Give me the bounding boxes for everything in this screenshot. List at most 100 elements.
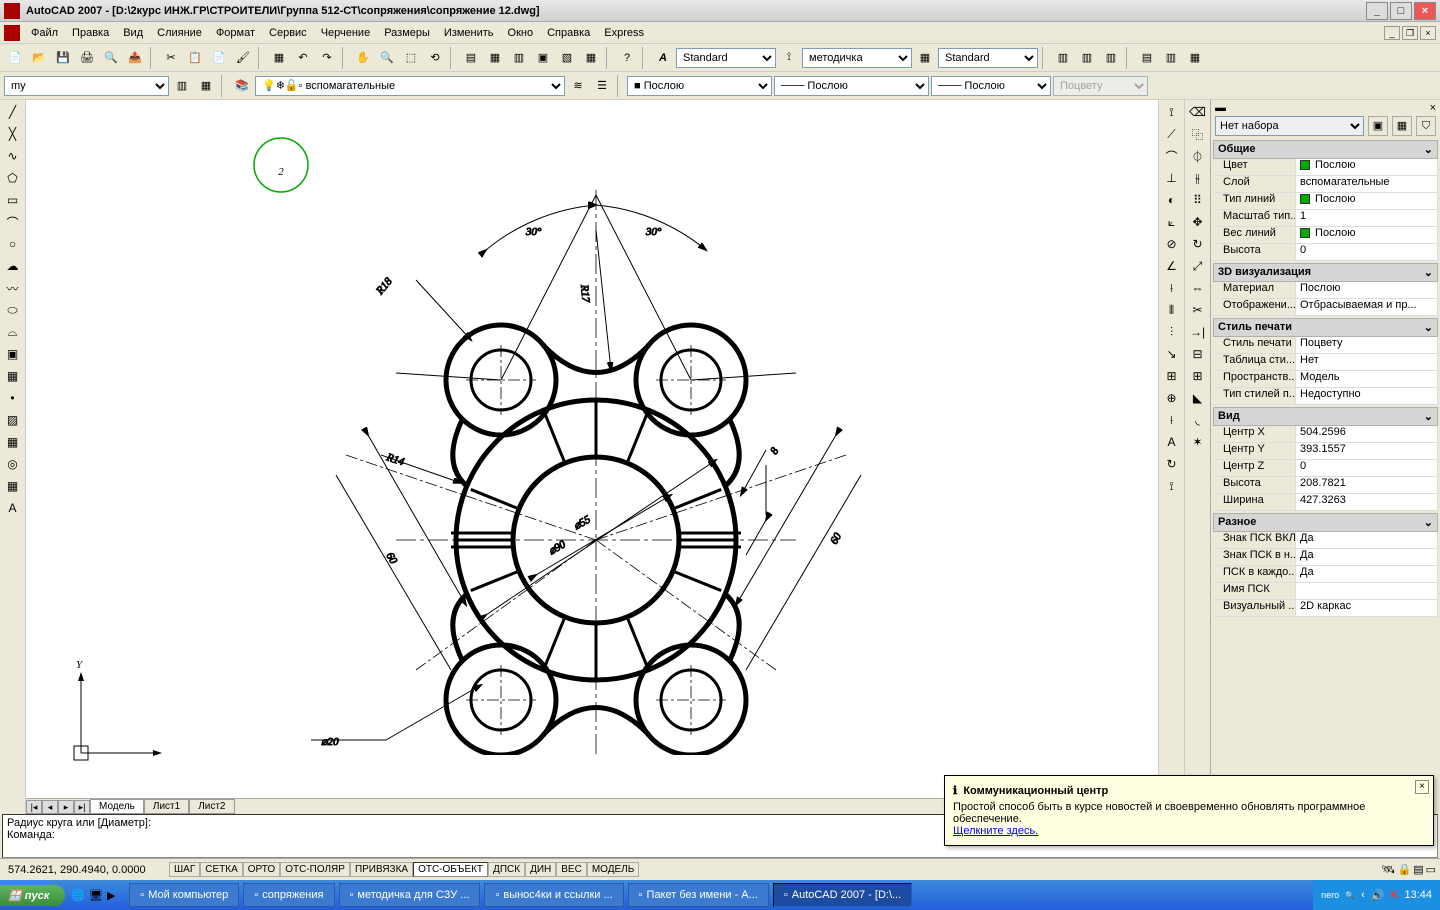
maximize-button[interactable]: □ [1390, 2, 1412, 20]
close-button[interactable]: × [1414, 2, 1436, 20]
open-icon[interactable]: 📂 [28, 47, 50, 69]
menu-modify[interactable]: Изменить [437, 22, 501, 44]
zoom-win-icon[interactable]: ⬚ [400, 47, 422, 69]
block-icon[interactable]: ▦ [268, 47, 290, 69]
prop-row[interactable]: Таблица сти...Нет [1213, 354, 1438, 371]
rect-icon[interactable]: ▭ [3, 190, 23, 210]
palette-grip[interactable]: ▬ [1215, 102, 1226, 114]
pline-icon[interactable]: ∿ [3, 146, 23, 166]
cut-icon[interactable]: ✂ [160, 47, 182, 69]
menu-tools[interactable]: Сервис [262, 22, 314, 44]
tab-sheet2[interactable]: Лист2 [189, 799, 234, 814]
tab-first[interactable]: |◂ [26, 800, 42, 814]
status-ОРТО[interactable]: ОРТО [243, 862, 280, 877]
tablestyle-combo[interactable]: Standard [938, 48, 1038, 68]
sheet-icon[interactable]: ▣ [532, 47, 554, 69]
trim-icon[interactable]: ✂ [1188, 300, 1208, 320]
tab-last[interactable]: ▸| [74, 800, 90, 814]
undo-icon[interactable]: ↶ [292, 47, 314, 69]
status-ДПСК[interactable]: ДПСК [488, 862, 525, 877]
taskbar-item[interactable]: ▫сопряжения [243, 883, 334, 907]
gradient-icon[interactable]: ▦ [3, 432, 23, 452]
textstyle-combo[interactable]: Standard [676, 48, 776, 68]
stretch-icon[interactable]: ⇔ [1188, 278, 1208, 298]
status-ДИН[interactable]: ДИН [525, 862, 556, 877]
center-icon[interactable]: ⊕ [1162, 388, 1182, 408]
ws6-icon[interactable]: ▦ [1184, 47, 1206, 69]
zoom-prev-icon[interactable]: ⟲ [424, 47, 446, 69]
prop-row[interactable]: Слойвспомагательные [1213, 176, 1438, 193]
insert-icon[interactable]: ▣ [3, 344, 23, 364]
dimaligned-icon[interactable]: ⟋ [1162, 124, 1182, 144]
layer-combo[interactable]: 💡❄🔓▫ вспомагательные [255, 76, 565, 96]
break-icon[interactable]: ⊟ [1188, 344, 1208, 364]
table-icon[interactable]: ▦ [3, 476, 23, 496]
section-plot[interactable]: Стиль печати⌄ [1213, 318, 1438, 337]
menu-help[interactable]: Справка [540, 22, 597, 44]
pickadd-icon[interactable]: ▣ [1368, 116, 1388, 136]
prop-row[interactable]: Тип линий Послою [1213, 193, 1438, 210]
dimstyle-combo[interactable]: методичка [802, 48, 912, 68]
taskbar-item[interactable]: ▫Мой компьютер [129, 883, 239, 907]
tab-model[interactable]: Модель [90, 799, 144, 814]
lweight-combo[interactable]: ─── Послою [931, 76, 1051, 96]
taskbar-item[interactable]: ▫вынос4ки и ссылки ... [484, 883, 623, 907]
arc-icon[interactable]: ⌒ [3, 212, 23, 232]
revcloud-icon[interactable]: ☁ [3, 256, 23, 276]
move-icon[interactable]: ✥ [1188, 212, 1208, 232]
polygon-icon[interactable]: ⬠ [3, 168, 23, 188]
props-icon[interactable]: ▤ [460, 47, 482, 69]
menu-view[interactable]: Вид [116, 22, 150, 44]
tray-arrow[interactable]: ‹ [1361, 889, 1365, 901]
prop-row[interactable]: Центр Y393.1557 [1213, 443, 1438, 460]
dimbase-icon[interactable]: ⫴ [1162, 300, 1182, 320]
section-view[interactable]: Вид⌄ [1213, 407, 1438, 426]
tool-pal-icon[interactable]: ▥ [508, 47, 530, 69]
max-icon[interactable]: ▭ [1426, 863, 1436, 876]
cursor-coords[interactable]: 574.2621, 290.4940, 0.0000 [4, 864, 169, 876]
taskbar-item[interactable]: ▫методичка для СЗУ ... [339, 883, 481, 907]
ellipse-arc-icon[interactable]: ⌓ [3, 322, 23, 342]
drawing-canvas[interactable]: 2 [26, 100, 1158, 798]
selection-combo[interactable]: Нет набора [1215, 116, 1364, 136]
dc-icon[interactable]: ▦ [484, 47, 506, 69]
dimupdate-icon[interactable]: ↻ [1162, 454, 1182, 474]
chamfer-icon[interactable]: ◣ [1188, 388, 1208, 408]
join-icon[interactable]: ⊞ [1188, 366, 1208, 386]
section-viz[interactable]: 3D визуализация⌄ [1213, 263, 1438, 282]
style-select[interactable]: my [4, 76, 169, 96]
copy-icon[interactable]: 📋 [184, 47, 206, 69]
menu-file[interactable]: Файл [24, 22, 65, 44]
prop-row[interactable]: Высота208.7821 [1213, 477, 1438, 494]
plot-icon[interactable]: 🖨 [76, 47, 98, 69]
ws2-icon[interactable]: ▥ [1076, 47, 1098, 69]
preview-icon[interactable]: 🔍 [100, 47, 122, 69]
ws4-icon[interactable]: ▤ [1136, 47, 1158, 69]
layer-prev-icon[interactable]: ≋ [567, 75, 589, 97]
tol-icon[interactable]: ⊞ [1162, 366, 1182, 386]
prop-row[interactable]: Знак ПСК ВКЛДа [1213, 532, 1438, 549]
ws5-icon[interactable]: ▥ [1160, 47, 1182, 69]
status-МОДЕЛЬ[interactable]: МОДЕЛЬ [587, 862, 639, 877]
xline-icon[interactable]: ╳ [3, 124, 23, 144]
circle-icon[interactable]: ○ [3, 234, 23, 254]
mdi-icon[interactable] [4, 25, 20, 41]
dimstylemgr-icon[interactable]: ⟟ [1162, 476, 1182, 496]
mdi-restore[interactable]: ❐ [1402, 26, 1418, 40]
prop-row[interactable]: Знак ПСК в н...Да [1213, 549, 1438, 566]
start-button[interactable]: 🪟 пуск [0, 885, 65, 906]
calc-icon[interactable]: ▦ [580, 47, 602, 69]
ws1-icon[interactable]: ▥ [1052, 47, 1074, 69]
paste-icon[interactable]: 📄 [208, 47, 230, 69]
region-icon[interactable]: ◎ [3, 454, 23, 474]
prop-row[interactable]: Масштаб тип...1 [1213, 210, 1438, 227]
save-icon[interactable]: 💾 [52, 47, 74, 69]
prop-row[interactable]: Центр Z0 [1213, 460, 1438, 477]
tab-prev[interactable]: ◂ [42, 800, 58, 814]
fillet-icon[interactable]: ◟ [1188, 410, 1208, 430]
dimord-icon[interactable]: ⊥ [1162, 168, 1182, 188]
help-icon[interactable]: ? [616, 47, 638, 69]
zoom-rt-icon[interactable]: 🔍 [376, 47, 398, 69]
status-ОТС-ОБЪЕКТ[interactable]: ОТС-ОБЪЕКТ [413, 862, 488, 877]
spline-icon[interactable]: 〰 [3, 278, 23, 298]
